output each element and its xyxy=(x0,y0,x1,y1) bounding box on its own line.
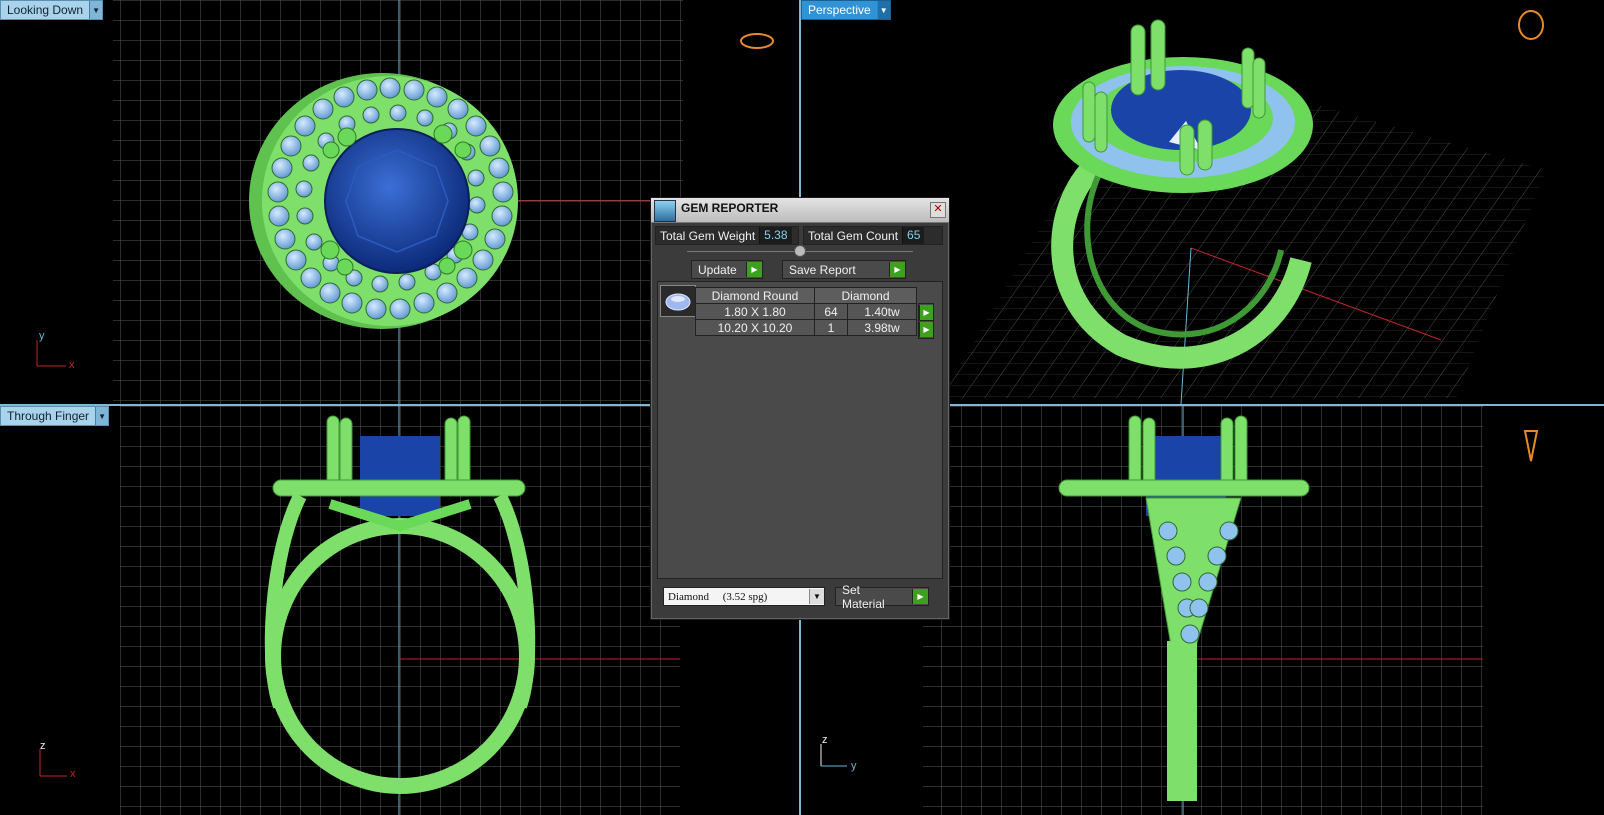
play-icon: ▶ xyxy=(919,305,933,320)
gem-size-cell: 10.20 X 10.20 xyxy=(695,319,815,336)
viewport-title: Perspective xyxy=(808,3,871,17)
material-select[interactable]: Diamond (3.52 spg) ▼ xyxy=(663,587,825,606)
collapse-knob[interactable] xyxy=(794,245,806,257)
gem-weight-cell: 1.40tw xyxy=(847,303,917,320)
gem-reporter-app-icon xyxy=(654,200,676,222)
save-report-button-label: Save Report xyxy=(789,262,856,277)
set-material-button-label: Set Material xyxy=(842,582,885,611)
total-gem-count-field: Total Gem Count 65 xyxy=(803,226,943,245)
chevron-down-icon[interactable]: ▼ xyxy=(95,407,109,425)
update-button[interactable]: Update ▶ xyxy=(691,260,763,279)
dialog-title-bar[interactable]: GEM REPORTER ✕ xyxy=(651,198,949,223)
chevron-down-icon[interactable]: ▼ xyxy=(809,589,824,604)
gem-size-cell: 1.80 X 1.80 xyxy=(695,303,815,320)
viewport-title: Looking Down xyxy=(7,3,84,17)
total-gem-weight-label: Total Gem Weight xyxy=(660,228,756,243)
material-select-value: Diamond (3.52 spg) xyxy=(668,590,768,603)
gem-thumbnail xyxy=(665,293,691,311)
total-gem-weight-value: 5.38 xyxy=(759,227,792,244)
viewport-label-through-finger[interactable]: Through Finger ▼ xyxy=(0,406,110,426)
gem-reporter-dialog: GEM REPORTER ✕ Total Gem Weight 5.38 Tot… xyxy=(650,197,950,620)
play-icon: ▶ xyxy=(919,322,933,337)
row-action-button[interactable]: ▶ xyxy=(918,320,934,339)
update-button-label: Update xyxy=(698,262,737,277)
axis-y-label: y xyxy=(851,760,857,772)
table-header-material: Diamond xyxy=(814,287,917,304)
viewport-title: Through Finger xyxy=(7,409,90,423)
close-icon[interactable]: ✕ xyxy=(930,202,946,218)
axis-z-label: z xyxy=(822,734,828,746)
play-icon: ▶ xyxy=(746,262,762,277)
table-header-row: Diamond Round Diamond xyxy=(695,287,917,304)
axis-x-label: x xyxy=(69,359,75,371)
table-row[interactable]: 1.80 X 1.80 64 1.40tw xyxy=(695,303,917,320)
set-material-button[interactable]: Set Material ▶ xyxy=(835,583,929,611)
play-icon: ▶ xyxy=(912,589,928,604)
table-row[interactable]: 10.20 X 10.20 1 3.98tw xyxy=(695,319,917,336)
total-gem-weight-field: Total Gem Weight 5.38 xyxy=(655,226,799,245)
diamond-gem-icon xyxy=(660,285,696,317)
total-gem-count-value: 65 xyxy=(902,227,925,244)
gem-count-cell: 1 xyxy=(814,319,848,336)
axis-y-label: y xyxy=(39,330,45,342)
gem-table: Diamond Round Diamond 1.80 X 1.80 64 1.4… xyxy=(695,287,917,336)
save-report-button[interactable]: Save Report ▶ xyxy=(782,260,906,279)
table-header-shape: Diamond Round xyxy=(695,287,815,304)
chevron-down-icon[interactable]: ▼ xyxy=(876,1,890,19)
dialog-title: GEM REPORTER xyxy=(681,201,779,215)
viewport-label-perspective[interactable]: Perspective ▼ xyxy=(801,0,891,20)
viewport-label-looking-down[interactable]: Looking Down ▼ xyxy=(0,0,104,20)
play-icon: ▶ xyxy=(889,262,905,277)
gem-count-cell: 64 xyxy=(814,303,848,320)
axis-z-label: z xyxy=(40,740,46,752)
axis-x-label: x xyxy=(70,768,76,780)
gem-weight-cell: 3.98tw xyxy=(847,319,917,336)
total-gem-count-label: Total Gem Count xyxy=(808,228,899,243)
gem-list-panel[interactable]: Diamond Round Diamond 1.80 X 1.80 64 1.4… xyxy=(657,281,943,579)
chevron-down-icon[interactable]: ▼ xyxy=(89,1,103,19)
